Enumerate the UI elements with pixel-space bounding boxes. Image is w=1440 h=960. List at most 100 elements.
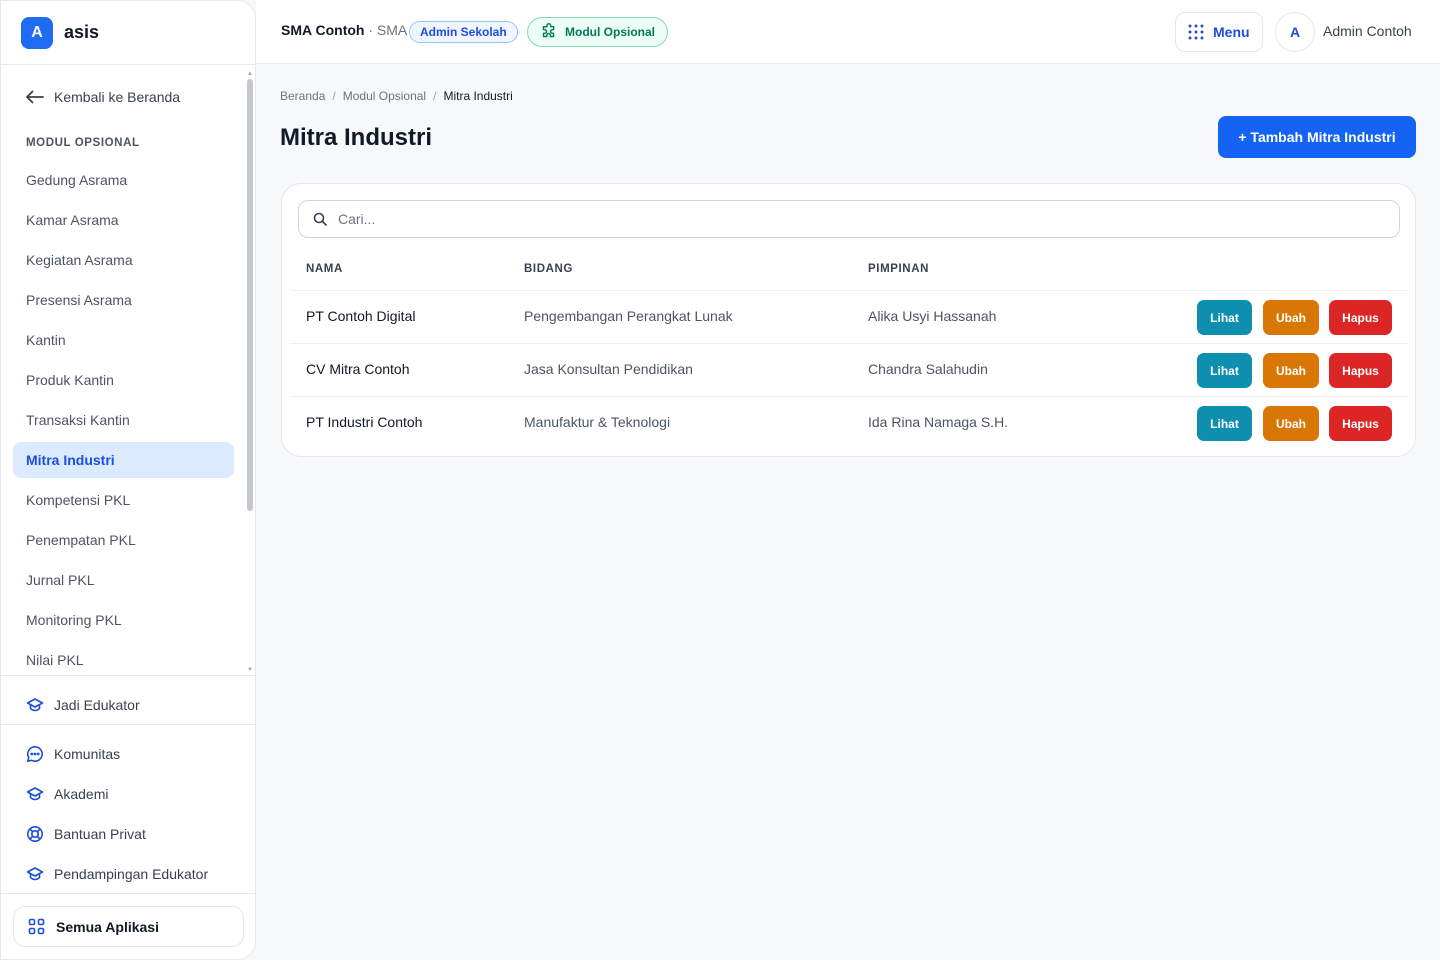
back-link-label: Kembali ke Beranda [54,89,181,105]
sidebar-scrollbar[interactable]: ▲ ▼ [247,71,253,673]
table-row: CV Mitra Contoh Jasa Konsultan Pendidika… [290,343,1409,396]
divider [1,675,255,676]
topbar: SMA Contoh · SMA Admin Sekolah Modul Ops… [256,0,1440,64]
module-badge: Modul Opsional [527,17,668,47]
table-row: PT Industri Contoh Manufaktur & Teknolog… [290,396,1409,449]
sidebar-item-produk-kantin[interactable]: Produk Kantin [13,362,234,398]
sidebar-item-gedung-asrama[interactable]: Gedung Asrama [13,162,234,198]
page-title: Mitra Industri [280,124,433,151]
cell-field: Jasa Konsultan Pendidikan [524,361,693,377]
graduation-cap-icon [25,864,45,884]
all-apps-button[interactable]: Semua Aplikasi [13,906,244,947]
sidebar-item-kompetensi-pkl[interactable]: Kompetensi PKL [13,482,234,518]
cell-name: PT Industri Contoh [306,414,423,430]
sidebar-item-label: Presensi Asrama [26,292,132,308]
sidebar-item-jurnal-pkl[interactable]: Jurnal PKL [13,562,234,598]
edit-button[interactable]: Ubah [1263,300,1319,335]
brand-logo: A [21,16,53,49]
scroll-up-arrow-icon[interactable]: ▲ [247,71,253,77]
bantuan-privat-link[interactable]: Bantuan Privat [25,824,146,844]
delete-button[interactable]: Hapus [1329,353,1392,388]
add-mitra-button[interactable]: + Tambah Mitra Industri [1218,116,1416,158]
search-box[interactable] [298,200,1400,238]
brand[interactable]: A asis [1,1,255,65]
search-input[interactable] [338,211,1338,227]
menu-label: Menu [1213,24,1250,40]
sidebar-nav: Kembali ke Beranda MODUL OPSIONAL Gedung… [1,65,255,675]
sidebar-item-mitra-industri[interactable]: Mitra Industri [13,442,234,478]
sidebar-item-label: Kantin [26,332,66,348]
arrow-left-icon [26,90,44,104]
graduation-cap-icon [25,695,45,715]
cell-field: Pengembangan Perangkat Lunak [524,308,733,324]
sidebar-item-label: Nilai PKL [26,652,84,668]
jadi-edukator-link[interactable]: Jadi Edukator [25,695,140,715]
breadcrumb-separator: / [433,89,437,103]
pendampingan-edukator-link[interactable]: Pendampingan Edukator [25,864,208,884]
cell-name: PT Contoh Digital [306,308,416,324]
sidebar: A asis Kembali ke Beranda MODUL OPSIONAL… [0,0,256,960]
komunitas-link[interactable]: Komunitas [25,744,120,764]
sidebar-item-kegiatan-asrama[interactable]: Kegiatan Asrama [13,242,234,278]
school-name: SMA Contoh · SMA [281,22,407,38]
breadcrumb: Beranda / Modul Opsional / Mitra Industr… [280,89,513,103]
view-button[interactable]: Lihat [1197,406,1252,441]
cell-lead: Chandra Salahudin [868,361,988,377]
delete-button[interactable]: Hapus [1329,406,1392,441]
graduation-cap-icon [25,784,45,804]
sidebar-item-presensi-asrama[interactable]: Presensi Asrama [13,282,234,318]
breadcrumb-modul-opsional[interactable]: Modul Opsional [343,89,426,103]
grid-icon [28,918,45,935]
sidebar-item-kantin[interactable]: Kantin [13,322,234,358]
breadcrumb-home[interactable]: Beranda [280,89,325,103]
sidebar-item-kamar-asrama[interactable]: Kamar Asrama [13,202,234,238]
school-name-text: SMA Contoh [281,22,365,38]
pendampingan-edukator-label: Pendampingan Edukator [54,866,209,882]
sidebar-item-label: Jurnal PKL [26,572,95,588]
sidebar-item-monitoring-pkl[interactable]: Monitoring PKL [13,602,234,638]
sidebar-item-label: Mitra Industri [26,452,115,468]
komunitas-label: Komunitas [54,746,121,762]
section-title: MODUL OPSIONAL [26,137,140,149]
scrollbar-thumb[interactable] [247,79,253,511]
akademi-link[interactable]: Akademi [25,784,108,804]
back-to-home-link[interactable]: Kembali ke Beranda [25,89,180,105]
sidebar-item-label: Kegiatan Asrama [26,252,133,268]
role-badge: Admin Sekolah [409,21,518,43]
partners-card: NAMA BIDANG PIMPINAN PT Contoh Digital P… [281,183,1416,457]
brand-name: asis [64,22,100,42]
module-badge-label: Modul Opsional [565,25,655,39]
sidebar-item-penempatan-pkl[interactable]: Penempatan PKL [13,522,234,558]
column-header-nama: NAMA [306,263,343,275]
cell-name: CV Mitra Contoh [306,361,410,377]
view-button[interactable]: Lihat [1197,300,1252,335]
cell-field: Manufaktur & Teknologi [524,414,671,430]
delete-button[interactable]: Hapus [1329,300,1392,335]
sidebar-item-nilai-pkl[interactable]: Nilai PKL [13,642,234,675]
avatar[interactable]: A [1275,12,1315,52]
school-type: · SMA [368,22,408,38]
column-header-pimpinan: PIMPINAN [868,263,930,275]
lifebuoy-icon [25,824,45,844]
all-apps-label: Semua Aplikasi [56,918,159,935]
search-icon [313,212,327,226]
edit-button[interactable]: Ubah [1263,353,1319,388]
dots-grid-icon [1188,24,1204,40]
divider [1,724,255,725]
edit-button[interactable]: Ubah [1263,406,1319,441]
sidebar-item-label: Transaksi Kantin [26,412,130,428]
akademi-label: Akademi [54,786,109,802]
menu-button[interactable]: Menu [1175,12,1263,52]
sidebar-item-label: Gedung Asrama [26,172,128,188]
view-button[interactable]: Lihat [1197,353,1252,388]
sidebar-item-label: Kompetensi PKL [26,492,131,508]
scroll-down-arrow-icon[interactable]: ▼ [247,667,253,673]
jadi-edukator-label: Jadi Edukator [54,697,140,713]
cell-lead: Alika Usyi Hassanah [868,308,997,324]
sidebar-item-transaksi-kantin[interactable]: Transaksi Kantin [13,402,234,438]
divider [1,893,255,894]
user-name[interactable]: Admin Contoh [1323,23,1412,39]
sidebar-item-label: Penempatan PKL [26,532,136,548]
column-header-bidang: BIDANG [524,263,573,275]
puzzle-icon [542,23,555,38]
